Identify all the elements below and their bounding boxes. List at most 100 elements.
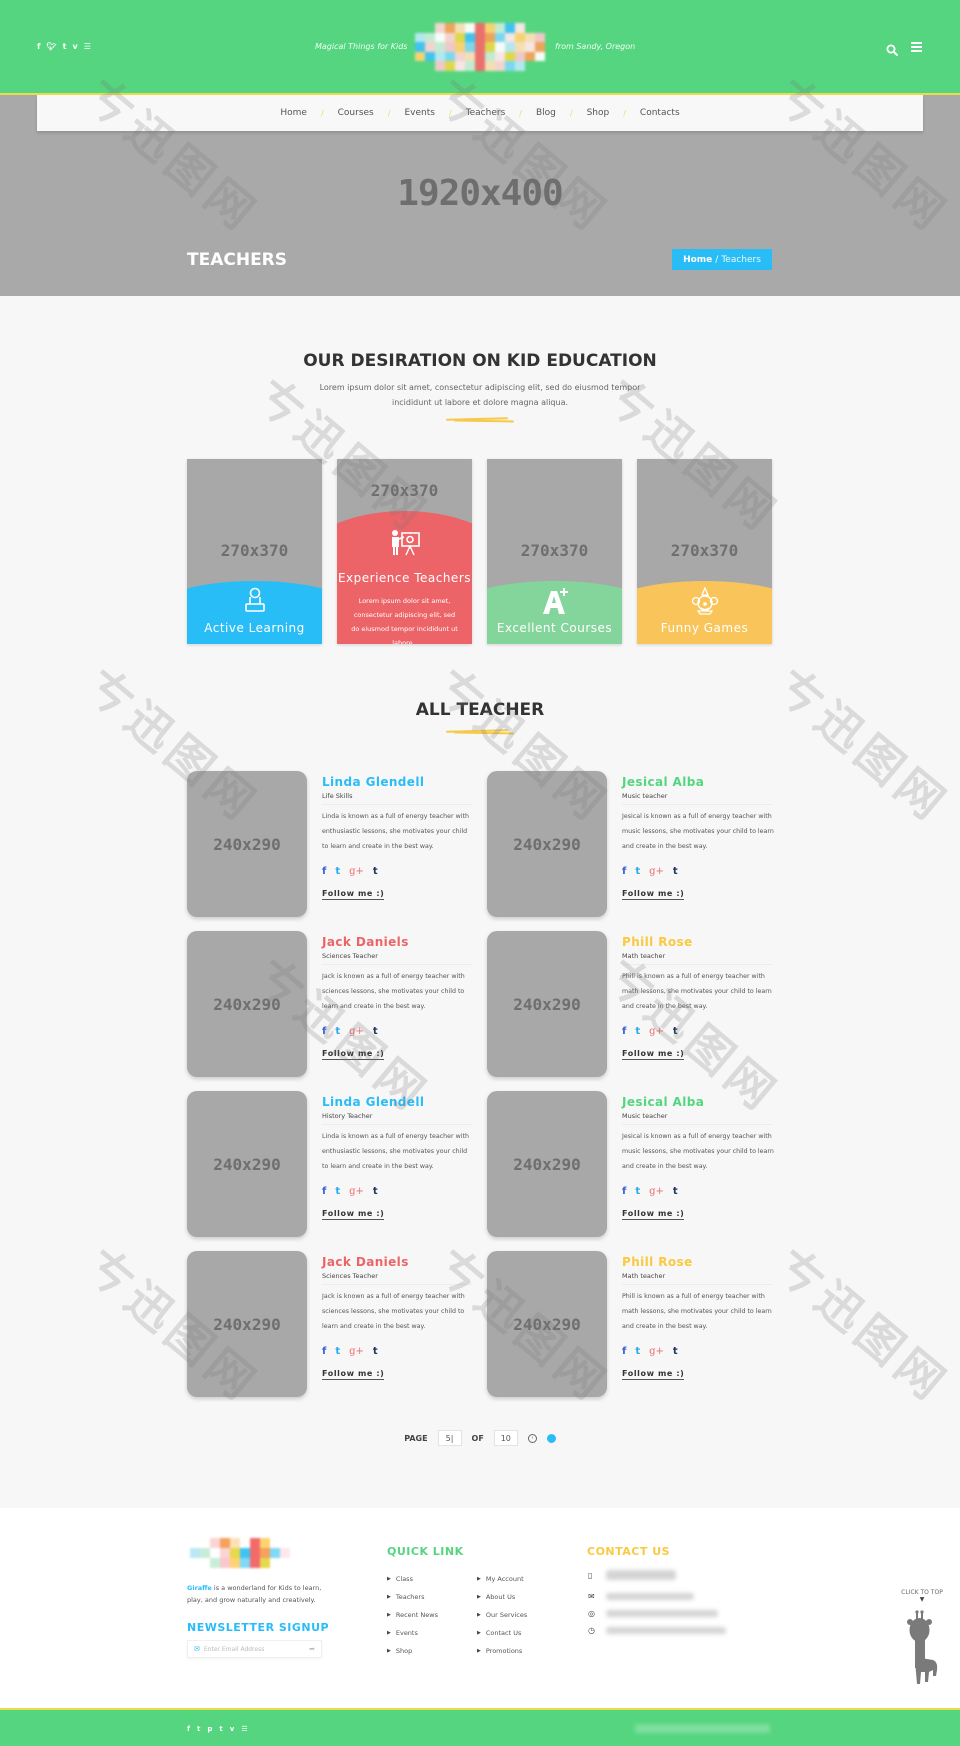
next-page-icon[interactable] <box>546 1433 556 1443</box>
teacher-name[interactable]: Jesical Alba <box>622 775 704 789</box>
feature-card[interactable]: 270x370 Excellent Courses <box>487 459 622 644</box>
quick-link-teachers[interactable]: ▶ Teachers <box>387 1588 438 1606</box>
nav-item-contacts[interactable]: Contacts <box>626 108 694 118</box>
follow-me-link[interactable]: Follow me :) <box>622 1209 685 1220</box>
pinterest-icon[interactable]: p <box>207 1725 212 1733</box>
quick-link-my-account[interactable]: ▶ My Account <box>477 1570 527 1588</box>
tumblr-icon[interactable]: t <box>373 1186 378 1198</box>
teacher-photo-placeholder[interactable]: 240x290 <box>187 771 307 917</box>
giraffe-icon[interactable] <box>905 1610 945 1690</box>
follow-me-link[interactable]: Follow me :) <box>622 889 685 900</box>
twitter-icon[interactable]: t <box>635 1186 640 1198</box>
nav-item-courses[interactable]: Courses <box>324 108 388 118</box>
tumblr-icon[interactable]: t <box>673 1026 678 1038</box>
search-icon[interactable] <box>886 41 900 56</box>
vimeo-icon[interactable]: v <box>72 42 77 52</box>
tumblr-icon[interactable]: t <box>673 1346 678 1358</box>
quick-link-events[interactable]: ▶ Events <box>387 1624 438 1642</box>
teacher-photo-placeholder[interactable]: 240x290 <box>187 1251 307 1397</box>
hamburger-menu-icon[interactable] <box>911 42 922 52</box>
feature-card[interactable]: 270x370 Funny Games <box>637 459 772 644</box>
facebook-icon[interactable]: f <box>622 866 626 878</box>
facebook-icon[interactable]: f <box>37 42 40 52</box>
follow-me-link[interactable]: Follow me :) <box>322 1209 385 1220</box>
google-plus-icon[interactable]: g+ <box>649 1186 664 1198</box>
facebook-icon[interactable]: f <box>622 1346 626 1358</box>
quick-link-our-services[interactable]: ▶ Our Services <box>477 1606 527 1624</box>
nav-item-blog[interactable]: Blog <box>522 108 570 118</box>
prev-page-icon[interactable]: ‹ <box>527 1433 537 1443</box>
feature-card[interactable]: 270x370 Active Learning <box>187 459 322 644</box>
twitter-icon[interactable]: t <box>635 866 640 878</box>
tumblr-icon[interactable]: t <box>673 866 678 878</box>
teacher-name[interactable]: Phill Rose <box>622 1255 693 1269</box>
google-plus-icon[interactable]: g+ <box>649 866 664 878</box>
nav-item-home[interactable]: Home <box>266 108 321 118</box>
follow-me-link[interactable]: Follow me :) <box>322 1369 385 1380</box>
google-plus-icon[interactable]: g+ <box>349 1026 364 1038</box>
teacher-photo-placeholder[interactable]: 240x290 <box>487 1091 607 1237</box>
tumblr-icon[interactable]: t <box>63 42 67 52</box>
send-icon[interactable]: ➦ <box>309 1645 315 1653</box>
teacher-name[interactable]: Linda Glendell <box>322 1095 424 1109</box>
quick-link-shop[interactable]: ▶ Shop <box>387 1642 438 1660</box>
twitter-icon[interactable]: t <box>335 1186 340 1198</box>
teacher-name[interactable]: Phill Rose <box>622 935 693 949</box>
facebook-icon[interactable]: f <box>622 1026 626 1038</box>
nav-item-shop[interactable]: Shop <box>573 108 624 118</box>
quick-link-contact-us[interactable]: ▶ Contact Us <box>477 1624 527 1642</box>
google-plus-icon[interactable]: g+ <box>649 1346 664 1358</box>
rss-icon[interactable]: ☰ <box>241 1725 247 1733</box>
footer-brand[interactable]: Giraffe <box>187 1584 212 1592</box>
teacher-name[interactable]: Linda Glendell <box>322 775 424 789</box>
tumblr-icon[interactable]: t <box>373 1026 378 1038</box>
facebook-icon[interactable]: f <box>322 1186 326 1198</box>
follow-me-link[interactable]: Follow me :) <box>622 1049 685 1060</box>
google-plus-icon[interactable]: g+ <box>649 1026 664 1038</box>
teacher-photo-placeholder[interactable]: 240x290 <box>187 931 307 1077</box>
facebook-icon[interactable]: f <box>322 866 326 878</box>
footer-logo[interactable] <box>190 1538 290 1568</box>
twitter-icon[interactable]: 🐦︎ <box>46 42 56 52</box>
feature-card[interactable]: 270x370 Experience Teachers Lorem ipsum do… <box>337 459 472 644</box>
rss-icon[interactable]: ☰ <box>84 42 91 52</box>
follow-me-link[interactable]: Follow me :) <box>322 1049 385 1060</box>
twitter-icon[interactable]: t <box>635 1026 640 1038</box>
tumblr-icon[interactable]: t <box>373 1346 378 1358</box>
tumblr-icon[interactable]: t <box>673 1186 678 1198</box>
google-plus-icon[interactable]: g+ <box>349 866 364 878</box>
site-logo[interactable] <box>415 23 545 71</box>
click-to-top[interactable]: CLICK TO TOP ▼ <box>897 1589 947 1604</box>
twitter-icon[interactable]: t <box>335 1026 340 1038</box>
twitter-icon[interactable]: t <box>635 1346 640 1358</box>
teacher-photo-placeholder[interactable]: 240x290 <box>487 1251 607 1397</box>
teacher-photo-placeholder[interactable]: 240x290 <box>187 1091 307 1237</box>
vimeo-icon[interactable]: v <box>230 1725 235 1733</box>
newsletter-email-input[interactable]: ✉ Enter Email Address ➦ <box>187 1640 322 1658</box>
teacher-photo-placeholder[interactable]: 240x290 <box>487 771 607 917</box>
facebook-icon[interactable]: f <box>322 1346 326 1358</box>
facebook-icon[interactable]: f <box>622 1186 626 1198</box>
twitter-icon[interactable]: t <box>335 1346 340 1358</box>
facebook-icon[interactable]: f <box>187 1725 190 1733</box>
google-plus-icon[interactable]: g+ <box>349 1346 364 1358</box>
teacher-name[interactable]: Jesical Alba <box>622 1095 704 1109</box>
twitter-icon[interactable]: t <box>197 1725 200 1733</box>
breadcrumb-home[interactable]: Home <box>683 255 712 265</box>
facebook-icon[interactable]: f <box>322 1026 326 1038</box>
quick-link-recent-news[interactable]: ▶ Recent News <box>387 1606 438 1624</box>
nav-item-teachers[interactable]: Teachers <box>452 108 520 118</box>
follow-me-link[interactable]: Follow me :) <box>322 889 385 900</box>
nav-item-events[interactable]: Events <box>390 108 448 118</box>
follow-me-link[interactable]: Follow me :) <box>622 1369 685 1380</box>
twitter-icon[interactable]: t <box>335 866 340 878</box>
quick-link-about-us[interactable]: ▶ About Us <box>477 1588 527 1606</box>
quick-link-promotions[interactable]: ▶ Promotions <box>477 1642 527 1660</box>
teacher-name[interactable]: Jack Daniels <box>322 935 409 949</box>
tumblr-icon[interactable]: t <box>373 866 378 878</box>
teacher-name[interactable]: Jack Daniels <box>322 1255 409 1269</box>
google-plus-icon[interactable]: g+ <box>349 1186 364 1198</box>
quick-link-class[interactable]: ▶ Class <box>387 1570 438 1588</box>
tumblr-icon[interactable]: t <box>219 1725 222 1733</box>
page-input[interactable]: 5| <box>437 1430 462 1446</box>
